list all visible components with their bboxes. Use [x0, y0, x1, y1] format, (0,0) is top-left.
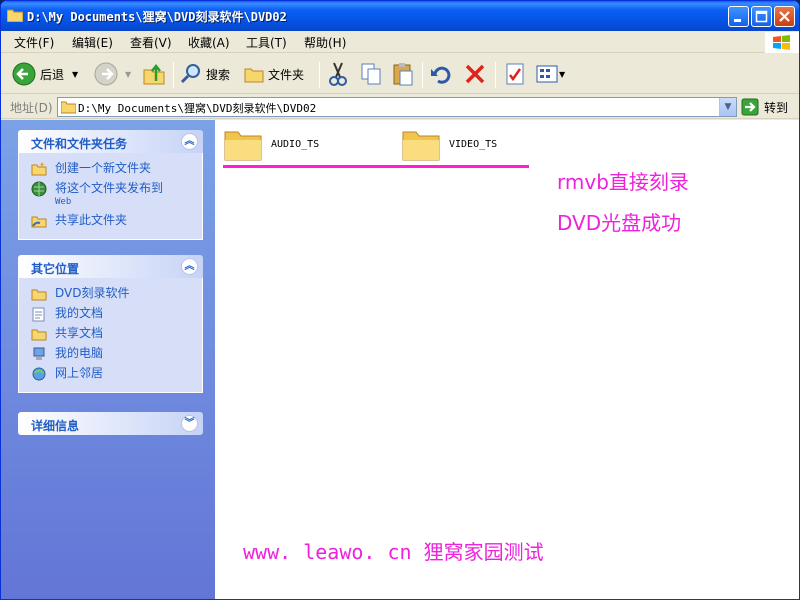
folder-icon	[224, 131, 262, 161]
file-tasks-title: 文件和文件夹任务	[31, 137, 128, 151]
up-folder-button[interactable]	[141, 59, 167, 89]
details-group: 详细信息 ︾	[18, 412, 203, 435]
folder-item-audio-ts[interactable]: AUDIO_TS	[223, 126, 319, 162]
folders-icon	[244, 68, 264, 83]
search-button[interactable]: 搜索	[179, 59, 230, 89]
network-places-icon	[32, 367, 46, 381]
paste-icon	[393, 63, 413, 86]
expand-chevron-icon[interactable]: ︾	[181, 415, 198, 432]
folder-item-video-ts[interactable]: VIDEO_TS	[401, 126, 497, 162]
file-tasks-header[interactable]: 文件和文件夹任务 ︽	[18, 130, 203, 153]
folder-name: AUDIO_TS	[271, 138, 320, 150]
file-tasks-group: 文件和文件夹任务 ︽ 创建一个新文件夹 将这个文件夹发布到 Web 共享此文件夹	[18, 130, 203, 240]
delete-x-icon	[465, 64, 485, 84]
explorer-window: D:\My Documents\狸窝\DVD刻录软件\DVD02 文件(F) 编…	[0, 0, 800, 600]
properties-icon	[506, 63, 524, 85]
folders-label: 文件夹	[268, 67, 305, 82]
undo-icon	[431, 66, 451, 84]
menu-help[interactable]: 帮助(H)	[304, 34, 346, 51]
my-computer-icon	[33, 347, 45, 360]
new-folder-icon	[31, 162, 47, 176]
my-documents-icon	[32, 307, 45, 322]
folder-icon	[61, 101, 76, 114]
place-my-computer[interactable]: 我的电脑	[31, 346, 202, 362]
other-places-group: 其它位置 ︽ DVD刻录软件 我的文档 共享文档 我的电脑 网上邻居	[18, 255, 203, 393]
back-button[interactable]: 后退 ▼	[11, 59, 78, 89]
details-title: 详细信息	[31, 419, 80, 433]
file-list[interactable]: AUDIO_TS VIDEO_TS rmvb直接刻录 DVD光盘成功 www. …	[215, 120, 799, 599]
shared-documents-icon	[31, 329, 47, 341]
place-dvd-software[interactable]: DVD刻录软件	[31, 286, 202, 302]
menu-favorites[interactable]: 收藏(A)	[188, 34, 230, 51]
folder-icon	[402, 131, 440, 161]
window-title: D:\My Documents\狸窝\DVD刻录软件\DVD02	[27, 10, 287, 24]
back-dropdown-icon[interactable]: ▼	[72, 70, 78, 79]
annotation-footer: www. leawo. cn 狸窝家园测试	[243, 540, 544, 564]
properties-button[interactable]	[504, 59, 526, 89]
other-places-title: 其它位置	[31, 262, 80, 276]
folder-name: VIDEO_TS	[449, 138, 498, 150]
toolbar: 后退 ▼ ▼ 搜索 文件夹 ▼	[1, 54, 799, 94]
cut-button[interactable]	[326, 59, 350, 89]
folder-icon	[6, 8, 24, 23]
publish-web-icon	[31, 181, 47, 197]
menu-file[interactable]: 文件(F)	[14, 34, 54, 51]
title-bar[interactable]: D:\My Documents\狸窝\DVD刻录软件\DVD02	[1, 1, 799, 31]
copy-icon	[361, 63, 381, 85]
task-publish-web[interactable]: 将这个文件夹发布到 Web	[31, 181, 202, 209]
folders-button[interactable]: 文件夹	[243, 59, 304, 89]
address-label: 地址(D)	[10, 101, 53, 115]
scissors-icon	[329, 62, 347, 86]
go-button[interactable]: 转到	[741, 98, 788, 116]
up-folder-icon	[143, 63, 165, 85]
close-button[interactable]	[774, 6, 795, 27]
task-pane: 文件和文件夹任务 ︽ 创建一个新文件夹 将这个文件夹发布到 Web 共享此文件夹…	[1, 120, 215, 599]
address-value: D:\My Documents\狸窝\DVD刻录软件\DVD02	[78, 102, 317, 115]
details-header[interactable]: 详细信息 ︾	[18, 412, 203, 435]
back-label: 后退	[40, 67, 65, 82]
forward-arrow-icon	[94, 62, 118, 86]
minimize-button[interactable]	[728, 6, 749, 27]
search-label: 搜索	[206, 67, 231, 82]
place-network[interactable]: 网上邻居	[31, 366, 202, 382]
delete-button[interactable]	[463, 59, 487, 89]
views-icon	[536, 65, 558, 83]
windows-logo-icon	[765, 32, 799, 53]
share-folder-icon	[31, 216, 47, 228]
task-share-folder[interactable]: 共享此文件夹	[31, 213, 202, 229]
forward-dropdown-icon[interactable]: ▼	[125, 70, 131, 79]
menu-tools[interactable]: 工具(T)	[246, 34, 287, 51]
copy-button[interactable]	[359, 59, 383, 89]
menu-view[interactable]: 查看(V)	[130, 34, 172, 51]
undo-button[interactable]	[429, 59, 453, 89]
go-label: 转到	[764, 100, 789, 115]
task-new-folder[interactable]: 创建一个新文件夹	[31, 161, 202, 177]
annotation-underline	[223, 165, 529, 168]
menu-bar: 文件(F) 编辑(E) 查看(V) 收藏(A) 工具(T) 帮助(H)	[1, 31, 799, 53]
place-my-documents[interactable]: 我的文档	[31, 306, 202, 322]
address-dropdown-button[interactable]: ▼	[719, 98, 736, 116]
views-dropdown-icon[interactable]: ▼	[559, 70, 565, 79]
address-input[interactable]: D:\My Documents\狸窝\DVD刻录软件\DVD02 ▼	[57, 97, 737, 117]
file-tasks-body: 创建一个新文件夹 将这个文件夹发布到 Web 共享此文件夹	[18, 153, 203, 240]
back-arrow-icon	[12, 62, 36, 86]
forward-button[interactable]: ▼	[93, 59, 131, 89]
place-shared-documents[interactable]: 共享文档	[31, 326, 202, 342]
address-bar: 地址(D) D:\My Documents\狸窝\DVD刻录软件\DVD02 ▼…	[1, 95, 799, 119]
maximize-button[interactable]	[751, 6, 772, 27]
annotation-line-1: rmvb直接刻录	[557, 170, 689, 194]
paste-button[interactable]	[391, 59, 415, 89]
go-arrow-icon	[741, 98, 759, 116]
annotation-line-2: DVD光盘成功	[557, 211, 682, 235]
views-button[interactable]: ▼	[535, 59, 565, 89]
collapse-chevron-icon[interactable]: ︽	[181, 133, 198, 150]
search-icon	[180, 64, 200, 84]
folder-icon	[31, 289, 47, 301]
menu-edit[interactable]: 编辑(E)	[72, 34, 113, 51]
other-places-body: DVD刻录软件 我的文档 共享文档 我的电脑 网上邻居	[18, 278, 203, 393]
collapse-chevron-icon[interactable]: ︽	[181, 258, 198, 275]
other-places-header[interactable]: 其它位置 ︽	[18, 255, 203, 278]
